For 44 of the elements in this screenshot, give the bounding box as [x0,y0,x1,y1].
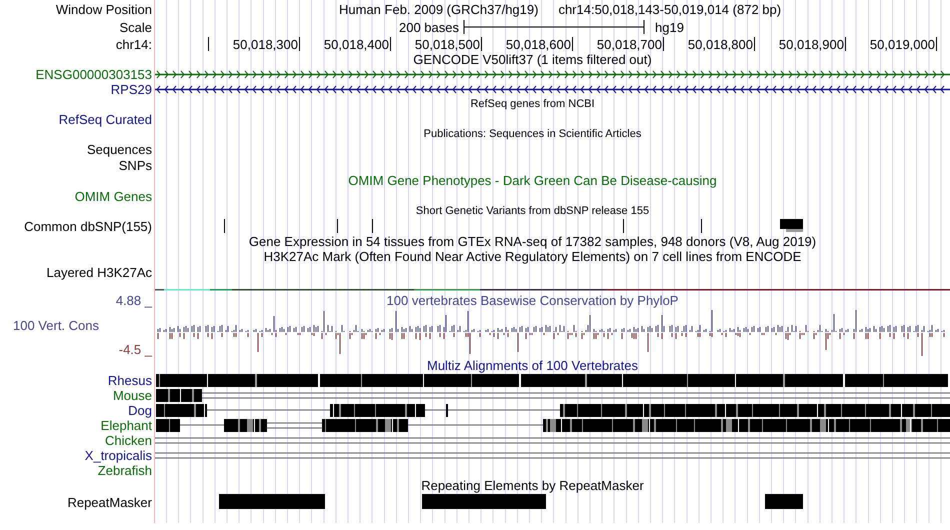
track-title: Short Genetic Variants from dbSNP release 155 [416,206,650,216]
track-title: H3K27Ac Mark (Often Found Near Active Regulatory Elements) on 7 cell lines from ENCODE [264,250,802,263]
axis-max-label: 4.88 _ [114,294,154,307]
track-title: Publications: Sequences in Scientific Articles [424,128,642,140]
track-label[interactable]: Sequences [86,142,152,156]
track-title: Multiz Alignments of 100 Vertebrates [426,359,638,372]
assembly-title: Human Feb. 2009 (GRCh37/hg19) [339,2,538,16]
track-label[interactable]: X_tropicalis [84,449,152,462]
track-label[interactable]: RepeatMasker [67,496,152,508]
row-label: Scale [119,20,152,34]
track-label[interactable]: Chicken [105,434,152,447]
track-label[interactable]: Layered H3K27Ac [46,266,152,278]
track-label[interactable]: RPS29 [110,83,152,96]
ruler-label: 50,018,800 [688,38,753,50]
scale-text: hg19 [655,20,684,34]
ruler-label: 50,018,600 [506,38,571,50]
track-title: RefSeq genes from NCBI [470,98,595,110]
track-title: 100 vertebrates Basewise Conservation by PhyloP [386,294,678,307]
track-label[interactable]: Rhesus [108,374,152,387]
track-label[interactable]: SNPs [118,158,152,172]
ruler-label: 50,018,300 [232,38,298,50]
ruler-label: 50,018,700 [596,38,662,50]
track-label[interactable]: OMIM Genes [74,190,152,202]
position-text: chr14:50,018,143-50,019,014 (872 bp) [558,2,782,16]
track-label[interactable]: RefSeq Curated [58,112,152,126]
ruler-label: 50,018,400 [324,38,389,50]
track-label[interactable]: Dog [128,404,152,417]
scale-text: 200 bases [399,20,459,34]
row-label: chr14: [116,38,152,50]
track-label[interactable]: ENSG00000303153 [36,68,152,81]
track-label[interactable]: Zebrafish [98,464,152,477]
track-title: Repeating Elements by RepeatMasker [421,479,644,492]
row-label: Window Position [56,2,152,16]
track-title: GENCODE V50lift37 (1 items filtered out) [413,53,652,66]
track-label[interactable]: Common dbSNP(155) [24,220,152,232]
track-label[interactable]: Mouse [112,389,152,402]
ruler-label: 50,019,000 [870,38,935,50]
axis-min-label: -4.5 _ [118,343,154,356]
ruler-label: 50,018,900 [778,38,844,50]
track-title: OMIM Gene Phenotypes - Dark Green Can Be Disease-causing [348,174,717,187]
track-title: Gene Expression in 54 tissues from GTEx RNA-seq of 17382 samples, 948 donors (V8, Aug 2019) [248,235,816,248]
track-label[interactable]: 100 Vert. Cons [0,318,154,332]
ruler-label: 50,018,500 [414,38,480,50]
track-label[interactable]: Elephant [100,419,152,432]
